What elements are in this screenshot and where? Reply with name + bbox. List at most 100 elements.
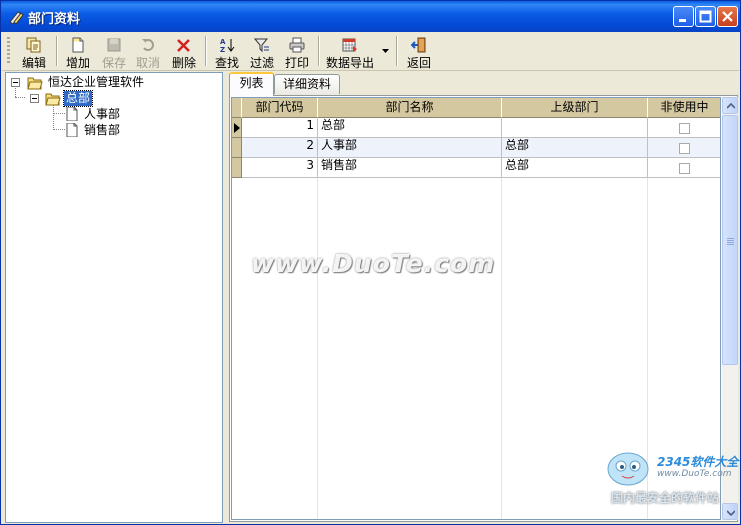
row-indicator[interactable] [232, 118, 242, 138]
tab-list[interactable]: 列表 [229, 72, 274, 96]
mascot-icon [607, 452, 649, 486]
tree-connector [53, 103, 54, 130]
tree-node-root[interactable]: 恒达企业管理软件 [10, 75, 210, 91]
cell-inactive[interactable] [648, 138, 720, 158]
edit-label: 编辑 [21, 56, 46, 70]
scroll-thumb[interactable] [722, 115, 738, 365]
watermark-url: www.DuoTe.com [657, 469, 732, 479]
open-folder-icon [45, 93, 61, 106]
app-icon [9, 11, 24, 25]
grid-corner [232, 98, 242, 118]
tree-node-head[interactable]: 总部 [28, 90, 208, 107]
export-label: 数据导出 [325, 56, 374, 70]
watermark-brand: 2345软件大全 [657, 455, 739, 469]
cell-name[interactable]: 人事部 [318, 138, 502, 158]
tree-root-label: 恒达企业管理软件 [48, 75, 145, 89]
new-file-icon [72, 37, 84, 53]
save-icon [107, 38, 121, 52]
add-button[interactable]: 增加 [60, 35, 96, 70]
tab-details[interactable]: 详细资料 [274, 74, 340, 94]
tree-node-child[interactable]: 销售部 [64, 123, 204, 139]
save-button[interactable]: 保存 [96, 35, 132, 70]
row-indicator[interactable] [232, 158, 242, 178]
minimize-icon [679, 19, 686, 22]
toolbar-grip[interactable] [7, 37, 10, 65]
tree-head-label: 总部 [62, 90, 94, 107]
inactive-checkbox[interactable] [679, 163, 690, 174]
cell-name[interactable]: 总部 [318, 118, 502, 138]
document-icon [66, 123, 78, 137]
export-button[interactable]: 数据导出 [322, 35, 378, 70]
collapse-icon[interactable] [11, 78, 20, 87]
chevron-up-icon [727, 103, 735, 109]
cell-inactive[interactable] [648, 118, 720, 138]
inactive-checkbox[interactable] [679, 123, 690, 134]
save-label: 保存 [101, 56, 126, 70]
tree-child-label: 人事部 [84, 107, 121, 121]
watermark-logo: 2345软件大全 www.DuoTe.com 国内最安全的软件站 [599, 441, 739, 524]
export-dropdown[interactable] [380, 35, 392, 69]
column-divider [317, 178, 318, 519]
cell-name[interactable]: 销售部 [318, 158, 502, 178]
tree-connector [15, 97, 25, 98]
delete-label: 删除 [171, 56, 196, 70]
thumb-grip [727, 238, 734, 246]
current-row-arrow-icon [234, 123, 240, 133]
filter-button[interactable]: 过滤 [245, 35, 279, 70]
printer-icon [289, 37, 305, 53]
column-header-code[interactable]: 部门代码 [242, 98, 318, 118]
toolbar: 编辑 增加 保存 取消 删除 AZ 查找 过滤 打印 数据导出 返回 [2, 32, 739, 71]
delete-icon [177, 39, 190, 52]
delete-button[interactable]: 删除 [167, 35, 201, 70]
collapse-icon[interactable] [30, 94, 39, 103]
toolbar-separator [205, 36, 207, 66]
add-label: 增加 [65, 56, 90, 70]
cell-code[interactable]: 2 [242, 138, 318, 158]
tree-node-child[interactable]: 人事部 [64, 107, 204, 123]
cell-code[interactable]: 3 [242, 158, 318, 178]
column-divider [501, 178, 502, 519]
tab-strip: 列表 详细资料 [229, 72, 740, 96]
exit-door-icon [411, 37, 426, 53]
cell-parent[interactable] [502, 118, 648, 138]
toolbar-separator [318, 36, 320, 66]
print-button[interactable]: 打印 [280, 35, 314, 70]
cell-code[interactable]: 1 [242, 118, 318, 138]
document-icon [66, 107, 78, 121]
find-label: 查找 [214, 56, 239, 70]
edit-button[interactable]: 编辑 [16, 35, 52, 70]
inactive-checkbox[interactable] [679, 143, 690, 154]
back-button[interactable]: 返回 [402, 35, 436, 70]
cancel-button[interactable]: 取消 [132, 35, 164, 70]
dropdown-arrow-icon [382, 49, 389, 53]
department-tree[interactable]: 恒达企业管理软件 总部 人事部 销售部 [5, 72, 223, 523]
minimize-button[interactable] [673, 6, 694, 27]
sort-az-icon: AZ [220, 38, 235, 53]
toolbar-separator [56, 36, 58, 66]
cell-inactive[interactable] [648, 158, 720, 178]
watermark-slogan: 国内最安全的软件站 [611, 491, 720, 505]
export-icon [342, 38, 357, 52]
edit-icon [26, 37, 41, 53]
window-title: 部门资料 [28, 12, 81, 27]
print-label: 打印 [284, 56, 309, 70]
title-bar: 部门资料 [1, 1, 740, 32]
department-window: 部门资料 编辑 增加 保存 取消 删除 A Z 查找 过滤 打印 数据导出 返回… [0, 0, 741, 525]
close-button[interactable] [717, 6, 738, 27]
cancel-label: 取消 [135, 56, 160, 70]
open-folder-icon [27, 77, 43, 90]
tree-child-label: 销售部 [84, 123, 121, 137]
undo-icon [142, 39, 154, 51]
back-label: 返回 [406, 56, 431, 70]
close-icon [722, 11, 733, 22]
find-button[interactable]: AZ 查找 [209, 35, 245, 70]
cell-parent[interactable]: 总部 [502, 158, 648, 178]
scroll-up-button[interactable] [722, 97, 738, 114]
row-indicator[interactable] [232, 138, 242, 158]
maximize-button[interactable] [695, 6, 716, 27]
column-header-parent[interactable]: 上级部门 [502, 98, 648, 118]
column-header-name[interactable]: 部门名称 [318, 98, 502, 118]
cell-parent[interactable]: 总部 [502, 138, 648, 158]
filter-label: 过滤 [249, 56, 274, 70]
column-header-inactive[interactable]: 非使用中 [648, 98, 720, 118]
